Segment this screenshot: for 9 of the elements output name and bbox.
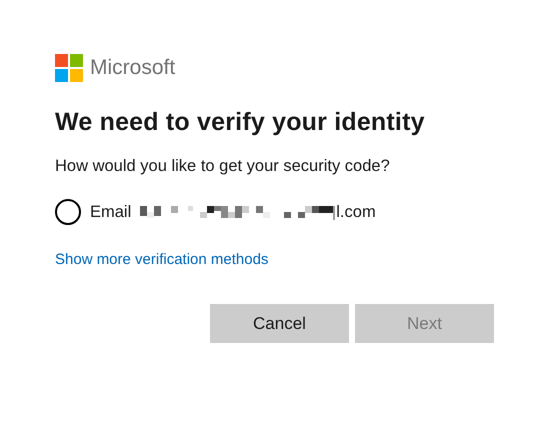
logo-text: Microsoft bbox=[90, 56, 176, 80]
more-methods-link[interactable]: Show more verification methods bbox=[55, 251, 268, 268]
page-title: We need to verify your identity bbox=[55, 108, 426, 137]
prompt-text: How would you like to get your security code? bbox=[55, 157, 391, 176]
email-suffix: l.com bbox=[336, 202, 376, 222]
radio-button[interactable] bbox=[55, 199, 81, 225]
logo-icon bbox=[55, 54, 83, 82]
cancel-button[interactable]: Cancel bbox=[210, 304, 349, 343]
option-label: Email bbox=[90, 202, 132, 222]
